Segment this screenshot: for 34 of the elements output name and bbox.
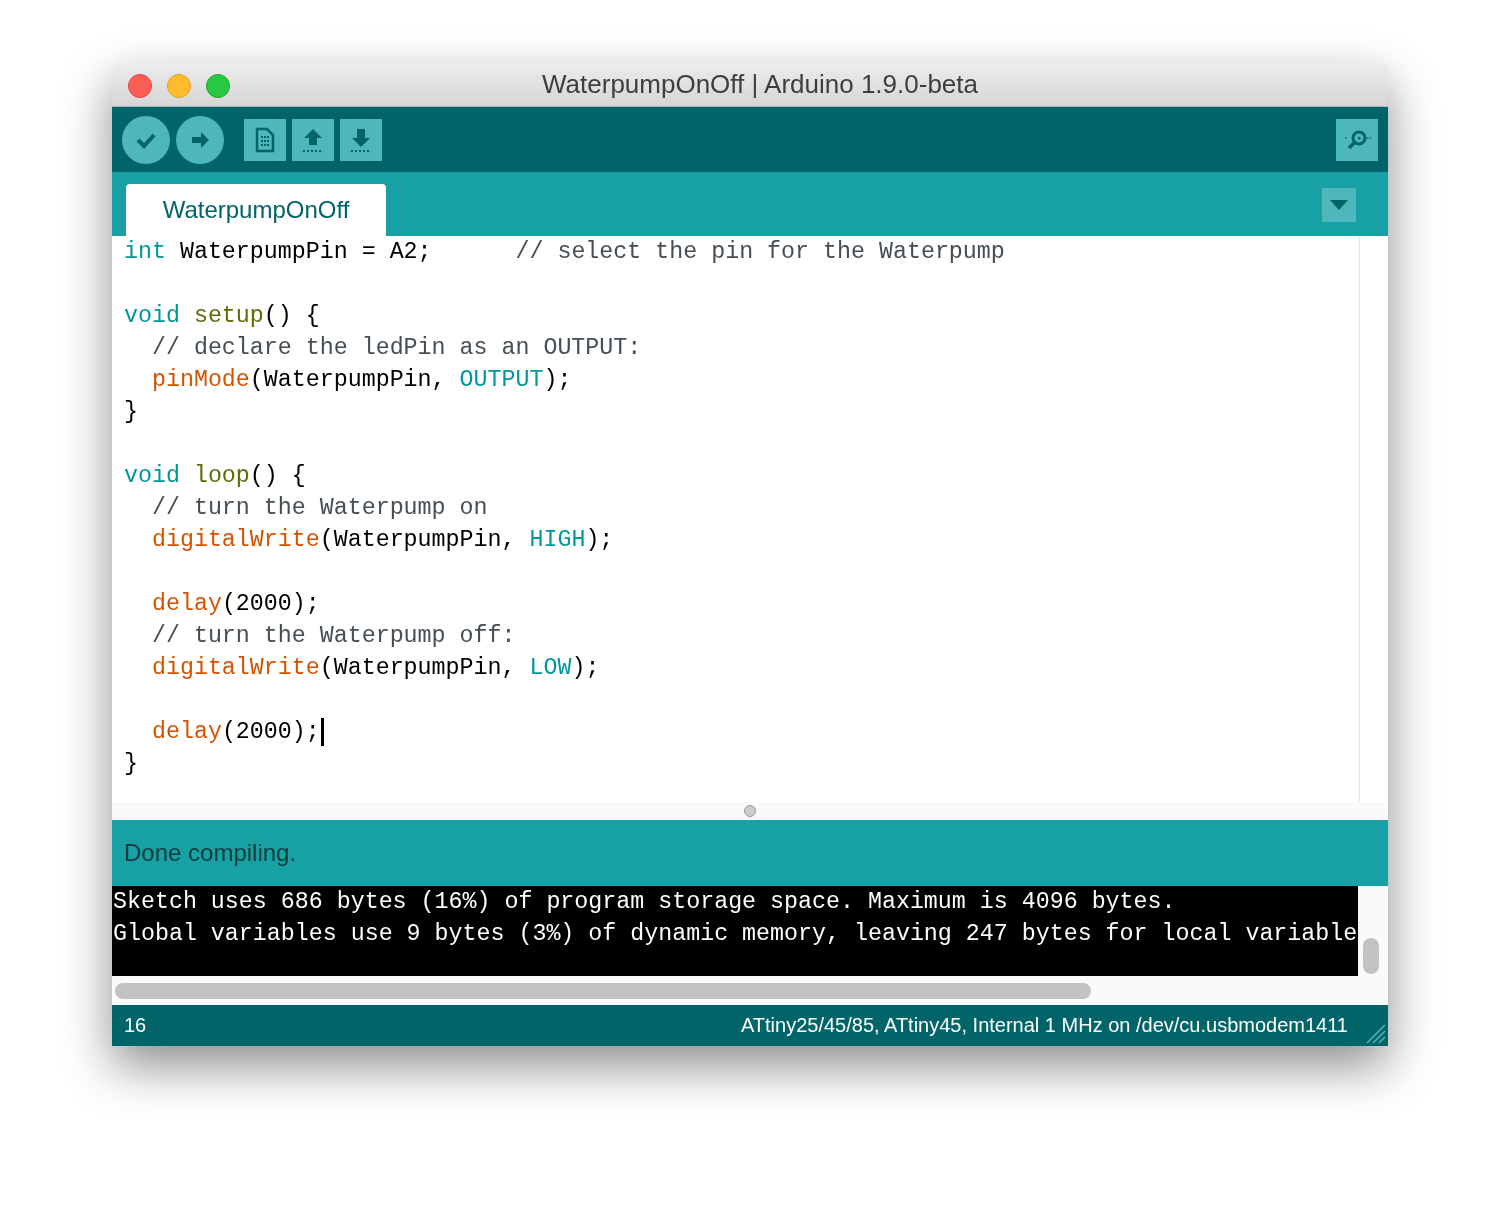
code-line: delay(2000); [150, 719, 320, 745]
code-line: } [124, 751, 138, 777]
code-line: int WaterpumpPin = A2; // select the pin for the Waterpump [124, 239, 1005, 265]
triangle-icon [1330, 200, 1348, 210]
new-sketch-button[interactable] [244, 118, 286, 161]
board-info: ATtiny25/45/85, ATtiny45, Internal 1 MHz on /dev/cu.usbmodem1411 [741, 1014, 1348, 1037]
code-line: pinMode(WaterpumpPin, OUTPUT); [150, 367, 572, 393]
code-line: void loop() { [124, 463, 306, 489]
code-line: // declare the ledPin as an OUTPUT: [150, 335, 642, 361]
code-line: // turn the Waterpump on [150, 495, 488, 521]
resize-grip-icon[interactable] [1364, 1022, 1386, 1044]
minimize-button[interactable] [167, 74, 191, 98]
sketch-tab[interactable]: WaterpumpOnOff [126, 184, 386, 236]
scrollbar-thumb[interactable] [115, 982, 1091, 999]
divider-handle[interactable] [744, 805, 756, 817]
code-line: digitalWrite(WaterpumpPin, HIGH); [150, 527, 614, 553]
code-line: digitalWrite(WaterpumpPin, LOW); [150, 655, 600, 681]
window-title: WaterpumpOnOff | Arduino 1.9.0-beta [541, 69, 979, 100]
code-line: // turn the Waterpump off: [150, 623, 516, 649]
save-button[interactable] [340, 118, 382, 161]
scrollbar-thumb[interactable] [1363, 938, 1379, 974]
code-line: delay(2000); [150, 591, 320, 617]
serial-monitor-button[interactable] [1336, 118, 1378, 161]
zoom-button[interactable] [206, 74, 230, 98]
code-line: } [124, 399, 138, 425]
code-line: void setup() { [124, 303, 320, 329]
upload-button[interactable] [176, 115, 224, 164]
tab-menu-button[interactable] [1322, 188, 1356, 222]
close-button[interactable] [128, 74, 152, 98]
line-number: 16 [124, 1014, 147, 1037]
console-output: Sketch uses 686 bytes (16%) of program storage space. Maximum is 4096 bytes. Global variables use 9 bytes (3%) of dynamic memory, leaving 247 bytes for local variable [112, 886, 1358, 976]
status-message: Done compiling. [124, 839, 297, 867]
verify-button[interactable] [122, 115, 170, 164]
open-button[interactable] [292, 118, 334, 161]
